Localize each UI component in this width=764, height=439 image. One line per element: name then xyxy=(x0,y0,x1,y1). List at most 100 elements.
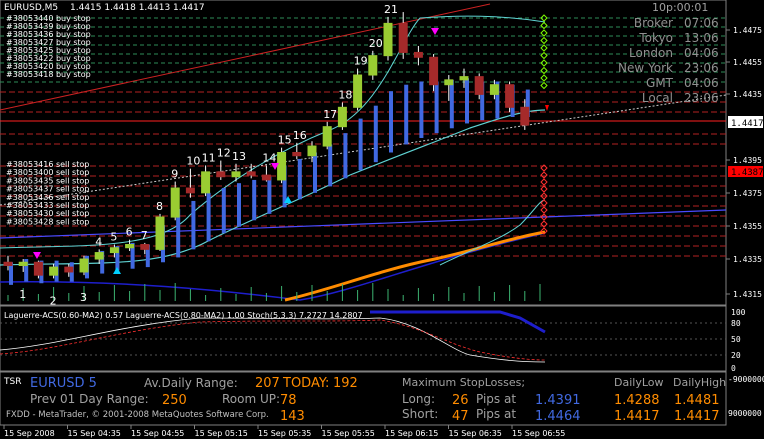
price-tick-label: 1.4455 xyxy=(733,58,762,67)
wave-bar xyxy=(328,144,333,187)
clock-time: 23:06 xyxy=(684,61,719,75)
price-tick-label: 1.4475 xyxy=(733,26,762,35)
wave-bar xyxy=(465,78,469,124)
info-daily-high-label: DailyHigh xyxy=(673,376,726,389)
wave-bar xyxy=(343,133,348,179)
main-plot-frame xyxy=(0,0,727,306)
price-tick-label: 1.4375 xyxy=(733,189,762,198)
wave-count-label: 16 xyxy=(293,129,307,142)
candle-body xyxy=(155,216,165,250)
wave-count-label: 19 xyxy=(354,55,368,68)
info-long-pips: 26 xyxy=(452,393,469,408)
info-today-value: 192 xyxy=(333,376,358,391)
clock-city: GMT xyxy=(646,76,674,90)
info-avg-label: Av.Daily Range: xyxy=(144,376,238,390)
candle-body xyxy=(277,152,287,181)
price-tick-label: 1.4435 xyxy=(733,90,762,99)
indicator-tick-label: 50 xyxy=(731,335,741,344)
wave-count-label: 10 xyxy=(186,155,200,168)
wave-bar xyxy=(358,118,363,171)
clock-top: 10p:00:01 xyxy=(652,1,708,14)
wave-bar xyxy=(297,158,302,200)
wave-count-label: 15 xyxy=(278,134,292,147)
chart-window[interactable]: 1 2 34 5 6 78910 11 12 13 1415 161718192021 1.4475… xyxy=(0,0,764,439)
candle-body xyxy=(216,171,226,178)
candle-body xyxy=(246,171,256,176)
wave-count-label: 6 xyxy=(126,226,133,239)
wave-bar xyxy=(419,81,424,138)
ohlc-label: 1.4415 1.4418 1.4413 1.4417 xyxy=(70,3,205,13)
clock-city: Broker xyxy=(634,16,673,30)
bottom-axis-tick: 9000000 xyxy=(728,409,762,418)
wave-bar xyxy=(252,179,257,221)
candle-body xyxy=(520,106,530,126)
info-maxstop-label: Maximum StopLosses; xyxy=(402,376,525,389)
info-room-dn-value: 143 xyxy=(280,409,305,424)
candle-body xyxy=(49,266,59,276)
info-long-at: Pips at xyxy=(476,392,516,406)
candle-body xyxy=(170,187,180,218)
info-avg-value: 207 xyxy=(255,376,280,391)
buy-stop-label: #38053418 buy stop xyxy=(6,70,91,79)
info-prev-label: Prev 01 Day Range: xyxy=(30,392,149,406)
wave-count-label: 17 xyxy=(323,108,337,121)
sell-stop-label: #38053428 sell stop xyxy=(6,217,89,226)
info-today-label: TODAY: xyxy=(282,376,329,391)
symbol-label: EURUSD,M5 xyxy=(4,3,58,13)
info-short-price: 1.4464 xyxy=(535,409,581,424)
info-short-label: Short: xyxy=(402,407,438,421)
info-long-price: 1.4391 xyxy=(535,393,581,408)
wave-count-label: 5 xyxy=(110,231,117,244)
info-daily-low-1: 1.4288 xyxy=(614,393,660,408)
candle-body xyxy=(18,261,28,266)
candle-body xyxy=(185,187,195,194)
candle-body xyxy=(292,152,302,157)
wave-count-label: 11 xyxy=(202,151,216,164)
candle-body xyxy=(429,56,439,86)
clock-city: Tokyo xyxy=(638,31,673,45)
wave-count-label: 14 xyxy=(262,151,276,164)
wave-bar xyxy=(373,105,378,163)
wave-bar xyxy=(389,91,393,153)
price-tick-label: 1.4335 xyxy=(733,255,762,264)
time-tick-label: 15 Sep 05:55 xyxy=(322,429,375,438)
wave-count-label: 2 xyxy=(50,294,57,307)
indicator-tick-label: 0 xyxy=(731,364,736,373)
wave-count-label: 18 xyxy=(338,88,352,101)
time-tick-label: 15 Sep 2008 xyxy=(4,429,55,438)
price-tick-label: 1.4355 xyxy=(733,222,762,231)
bottom-left-tag: TSR xyxy=(3,377,21,387)
clock-city: London xyxy=(629,46,673,60)
time-tick-label: 15 Sep 05:35 xyxy=(258,429,311,438)
candle-body xyxy=(33,261,43,276)
candle-body xyxy=(125,244,135,249)
candle-body xyxy=(109,247,119,254)
candle-body xyxy=(413,51,423,58)
time-tick-label: 15 Sep 06:15 xyxy=(385,429,438,438)
clock-time: 23:06 xyxy=(684,91,719,105)
wave-count-label: 9 xyxy=(171,168,178,181)
wave-bar xyxy=(267,176,272,214)
wave-bar xyxy=(434,81,439,134)
info-short-at: Pips at xyxy=(476,407,516,421)
time-axis: 15 Sep 2008 15 Sep 04:35 15 Sep 04:55 15 Se… xyxy=(3,425,565,438)
clock-city: New York xyxy=(618,61,673,75)
info-pair: EURUSD 5 xyxy=(30,376,97,391)
info-short-pips: 47 xyxy=(452,409,469,424)
wave-count-label: 3 xyxy=(80,291,87,304)
price-tick-label: 1.4395 xyxy=(733,156,762,165)
indicator-tick-label: 80 xyxy=(731,319,741,328)
time-tick-label: 15 Sep 06:55 xyxy=(512,429,565,438)
info-daily-low-label: DailyLow xyxy=(614,376,664,389)
info-prev-value: 250 xyxy=(162,393,187,408)
info-room-value: 78 xyxy=(280,393,297,408)
info-daily-high-2: 1.4417 xyxy=(674,409,720,424)
candle-body xyxy=(489,84,499,95)
clock-time: 07:06 xyxy=(684,16,719,30)
info-room-label: Room UP: xyxy=(222,392,280,406)
candle-body xyxy=(322,126,332,147)
candle-body xyxy=(201,171,211,194)
candle-body xyxy=(368,55,378,76)
wave-bar xyxy=(237,183,241,227)
candle-body xyxy=(353,74,363,108)
